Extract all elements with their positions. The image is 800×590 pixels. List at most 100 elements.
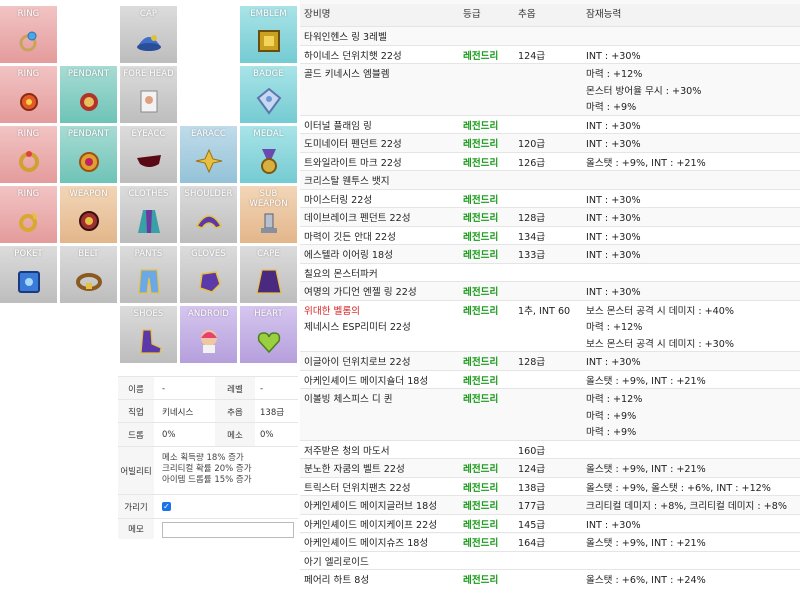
table-row[interactable]: 페어리 하트 8성 레전드리 올스탯 : +6%, INT : +24% [300, 569, 800, 589]
table-row[interactable]: 마이스터링 22성 레전드리 INT : +30% [300, 188, 800, 208]
slot-label: GLOVES [191, 249, 226, 259]
slot-shoulder[interactable]: SHOULDER [180, 186, 238, 244]
slot-cap[interactable]: CAP [120, 6, 178, 64]
pet-label: 가리기 [118, 495, 154, 519]
table-row[interactable]: 아기 엘리로이드 [300, 550, 800, 570]
android-icon [201, 330, 217, 353]
slot-shoes[interactable]: SHOES [120, 306, 178, 364]
character-info-table: 이름 - 레벨 - 직업 키네시스 추옵 138급 드롭 0% 메소 0% 어빌… [118, 376, 298, 539]
level-value[interactable]: - [260, 377, 263, 400]
drop-label: 드롭 [118, 423, 154, 447]
table-row[interactable]: 아케인셰이드 메이지슈즈 18성 레전드리 164급 올스탯 : +9%, INT :… [300, 532, 800, 552]
glove-icon [199, 271, 221, 293]
slot-subweapon[interactable]: SUB WEAPON [240, 186, 298, 244]
slot-clothes[interactable]: CLOTHES [120, 186, 178, 244]
table-row[interactable]: 골드 키네시스 엠블렘 마력 : +12% 몬스터 방어율 무시 : +30% 마… [300, 63, 800, 116]
slot-earacc[interactable]: EARACC [180, 126, 238, 184]
header-potential: 잠재능력 [586, 9, 622, 20]
memo-input[interactable] [162, 522, 294, 538]
badge-icon [256, 87, 282, 115]
slot-label: EARACC [191, 129, 226, 139]
info-row-memo: 메모 [118, 518, 298, 539]
slot-pendant-2[interactable]: PENDANT [60, 126, 118, 184]
slot-weapon[interactable]: WEAPON [60, 186, 118, 244]
robe-icon [138, 210, 160, 233]
list-header: 장비명 등급 추옵 잠재능력 [300, 4, 800, 26]
slot-label: BELT [78, 249, 99, 259]
slot-label: POKET [14, 249, 43, 259]
info-row-drop: 드롭 0% 메소 0% [118, 422, 298, 447]
table-row[interactable]: 도미네이터 펜던트 22성 레전드리 120급 INT : +30% [300, 133, 800, 153]
slot-label: CLOTHES [128, 189, 169, 199]
slot-pants[interactable]: PANTS [120, 246, 178, 304]
table-row[interactable]: 크리스탈 웬투스 뱃지 [300, 170, 800, 190]
slot-ring-2[interactable]: RING [0, 66, 58, 124]
table-row[interactable]: 아케인셰이드 메이지글러브 18성 레전드리 177급 크리티컬 데미지 : +8%,… [300, 495, 800, 515]
info-row-pet: 가리기 ✓ [118, 494, 298, 519]
slot-android[interactable]: ANDROID [180, 306, 238, 364]
table-row[interactable]: 아케인셰이드 메이지숄더 18성 레전드리 올스탯 : +9%, INT : +21… [300, 369, 800, 389]
slot-label: PANTS [134, 249, 163, 259]
slot-ring-1[interactable]: RING [0, 6, 58, 64]
table-row[interactable]: 타워인헨스 링 3레벨 [300, 26, 800, 46]
medal-icon [261, 149, 277, 174]
table-row[interactable]: 이글아이 던위치로브 22성 레전드리 128급 INT : +30% [300, 351, 800, 371]
slot-ring-4[interactable]: RING [0, 186, 58, 244]
slot-label: PENDANT [67, 69, 110, 79]
slot-gloves[interactable]: GLOVES [180, 246, 238, 304]
job-value[interactable]: 키네시스 [162, 400, 193, 423]
forehead-icon [140, 90, 158, 113]
slot-badge[interactable]: BADGE [240, 66, 298, 124]
table-row[interactable]: 이터널 플래임 링 레전드리 INT : +30% [300, 114, 800, 134]
info-row-name: 이름 - 레벨 - [118, 376, 298, 400]
job-label: 직업 [118, 400, 154, 423]
table-row[interactable]: 하이네스 던위치햇 22성 레전드리 124급 INT : +30% [300, 44, 800, 64]
item-potential: 올스탯 : +6%, INT : +24% [586, 575, 706, 586]
drop-value[interactable]: 0% [162, 423, 176, 447]
pants-icon [138, 269, 160, 294]
slot-medal[interactable]: MEDAL [240, 126, 298, 184]
chess-piece-icon [261, 213, 277, 233]
table-row[interactable]: 데이브레이크 펜던트 22성 레전드리 128급 INT : +30% [300, 207, 800, 227]
slot-label: RING [17, 69, 40, 79]
slot-cape[interactable]: CAPE [240, 246, 298, 304]
force-value[interactable]: 138급 [260, 400, 284, 423]
table-row[interactable]: 에스텔라 이어링 18성 레전드리 133급 INT : +30% [300, 244, 800, 264]
ring-icon [19, 151, 39, 172]
table-row[interactable]: 아케인셰이드 메이지케이프 22성 레전드리 145급 INT : +30% [300, 513, 800, 533]
slot-eyeacc[interactable]: EYEACC [120, 126, 178, 184]
slot-label: BADGE [253, 69, 284, 79]
hide-checkbox[interactable]: ✓ [162, 502, 171, 511]
table-row[interactable]: 저주받은 청의 마도서 160급 [300, 439, 800, 459]
table-row[interactable]: 여명의 가디언 엔젤 링 22성 레전드리 INT : +30% [300, 281, 800, 301]
table-row[interactable]: 트와일라이트 마크 22성 레전드리 126급 올스탯 : +9%, INT : +2… [300, 151, 800, 171]
force-label: 추옵 [215, 400, 255, 423]
table-row[interactable]: 분노한 자쿰의 벨트 22성 레전드리 124급 올스탯 : +9%, INT : +… [300, 458, 800, 478]
slot-ring-3[interactable]: RING [0, 126, 58, 184]
table-row[interactable]: 이볼빙 체스피스 디 퀸 레전드리 마력 : +12% 마력 : +9% 마력 : … [300, 388, 800, 441]
slot-forehead[interactable]: FORE HEAD [120, 66, 178, 124]
table-row[interactable]: 칠요의 몬스터파커 [300, 262, 800, 282]
item-name: 골드 키네시스 엠블렘 [304, 69, 390, 80]
slot-label: ANDROID [187, 309, 230, 319]
name-value[interactable]: - [162, 377, 165, 400]
item-potential: 보스 몬스터 공격 시 데미지 : +40% 마력 : +12% 보스 몬스터 … [586, 305, 734, 350]
belt-icon [76, 273, 102, 291]
slot-label: FORE HEAD [123, 69, 174, 79]
slot-emblem[interactable]: EMBLEM [240, 6, 298, 64]
header-name: 장비명 [304, 9, 331, 20]
slot-belt[interactable]: BELT [60, 246, 118, 304]
table-row[interactable]: 트릭스터 던위치팬츠 22성 레전드리 138급 올스탯 : +9%, 올스탯 : +… [300, 476, 800, 496]
slot-label: HEART [254, 309, 283, 319]
meso-value[interactable]: 0% [260, 423, 274, 447]
table-row[interactable]: 마력이 깃든 안대 22성 레전드리 134급 INT : +30% [300, 225, 800, 245]
table-row[interactable]: 위대한 벨롬의 제네시스 ESP리미터 22성 레전드리 1추, INT 60 보스 … [300, 299, 800, 352]
eyepatch-icon [137, 155, 161, 167]
slot-pendant-1[interactable]: PENDANT [60, 66, 118, 124]
slot-poket[interactable]: POKET [0, 246, 58, 304]
ring-icon [19, 31, 37, 52]
slot-heart[interactable]: HEART [240, 306, 298, 364]
item-potential: 마력 : +12% 몬스터 방어율 무시 : +30% 마력 : +9% [586, 69, 702, 113]
book-icon [18, 271, 40, 293]
name-label: 이름 [118, 377, 154, 400]
